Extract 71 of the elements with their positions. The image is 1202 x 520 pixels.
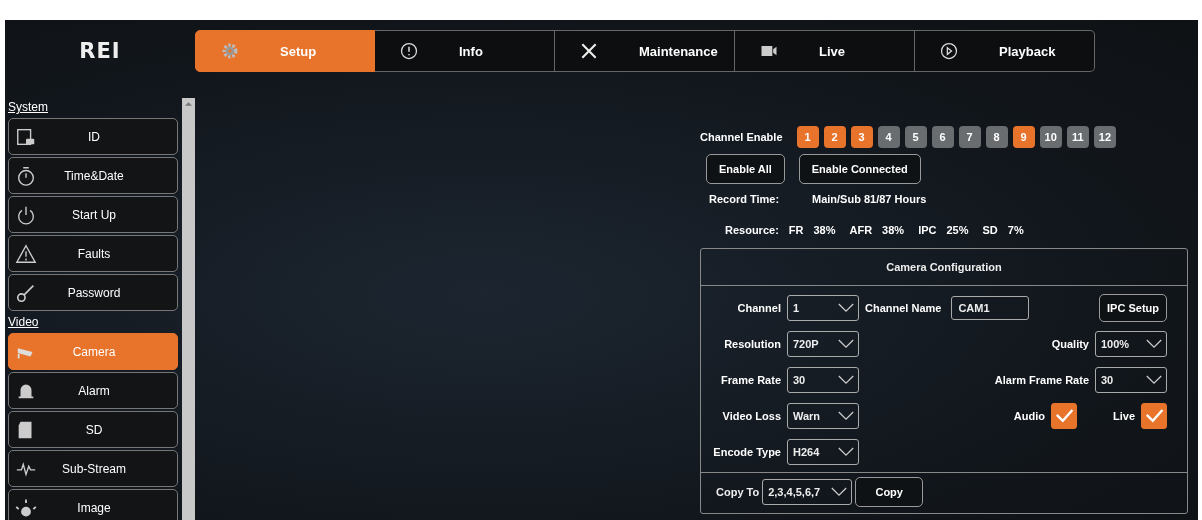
field-label: Frame Rate (720, 374, 781, 386)
checkbox-label: Live (1113, 410, 1135, 422)
channel-toggle[interactable]: 6 (931, 126, 954, 148)
checkbox-label: Audio (1013, 410, 1045, 422)
nav-tab[interactable]: Info (375, 30, 555, 72)
nav-tab[interactable]: Maintenance (555, 30, 735, 72)
nav-tab[interactable]: Live (735, 30, 915, 72)
section-heading: Video (8, 314, 40, 331)
resource-label: Resource: (725, 224, 779, 236)
enable-button[interactable]: Enable All (706, 154, 785, 184)
sidebar-item[interactable]: Start Up (8, 196, 178, 233)
enable-button[interactable]: Enable Connected (798, 154, 921, 184)
dropdown[interactable]: 30 (787, 367, 859, 393)
sidebar-item[interactable]: SD (8, 411, 178, 448)
field-label: Alarm Frame Rate (994, 374, 1089, 386)
resource-name: FR (788, 224, 804, 236)
nav-tab[interactable]: Playback (915, 30, 1095, 72)
channel-toggle[interactable]: 5 (904, 126, 927, 148)
dropdown[interactable]: 1 (787, 295, 859, 321)
field-label: Resolution (723, 338, 781, 350)
field-label: Quality (1051, 338, 1089, 350)
resource-name: SD (982, 224, 998, 236)
resource-name: AFR (849, 224, 873, 236)
dropdown[interactable]: Warn (787, 403, 859, 429)
scroll-up-arrow-icon[interactable] (184, 101, 193, 107)
dropdown[interactable]: 100% (1095, 331, 1167, 357)
scrollbar[interactable] (182, 98, 195, 520)
channel-toggle[interactable]: 12 (1093, 126, 1117, 148)
field-label: Copy To (716, 486, 760, 498)
channel-toggle[interactable]: 11 (1066, 126, 1089, 148)
sidebar-item[interactable]: Sub-Stream (8, 450, 178, 487)
gear-icon (220, 41, 240, 61)
channel-toggle[interactable]: 8 (985, 126, 1008, 148)
record-time-label: Record Time: (709, 193, 781, 205)
info-icon (399, 41, 419, 61)
checkbox[interactable] (1051, 403, 1077, 429)
dropdown[interactable]: H264 (787, 439, 859, 465)
copy-button[interactable]: Copy (855, 477, 924, 507)
channel-enable-label: Channel Enable (700, 131, 783, 143)
channel-toggle[interactable]: 4 (877, 126, 900, 148)
channel-toggle[interactable]: 10 (1039, 126, 1062, 148)
field-label: Encode Type (712, 446, 781, 458)
stopwatch-icon (15, 164, 37, 187)
field-label: Video Loss (721, 410, 781, 422)
channel-toggle[interactable]: 7 (958, 126, 981, 148)
warning-icon (15, 242, 37, 265)
panel-title: Camera Configuration (701, 249, 1187, 286)
dropdown[interactable]: 2,3,4,5,6,7 (762, 479, 853, 505)
resource-name: IPC (918, 224, 937, 236)
record-time-value: Main/Sub 81/87 Hours (812, 193, 927, 205)
ipc-setup-button[interactable]: IPC Setup (1099, 294, 1167, 322)
checkbox[interactable] (1141, 403, 1167, 429)
resource-value: 7% (1007, 224, 1024, 236)
dropdown[interactable]: 720P (787, 331, 859, 357)
sidebar-item[interactable]: Password (8, 274, 178, 311)
section-heading: System (8, 99, 49, 116)
sidebar-item[interactable]: Alarm (8, 372, 178, 409)
sidebar-item[interactable]: ID (8, 118, 178, 155)
dropdown[interactable]: 30 (1095, 367, 1167, 393)
play-icon (939, 41, 959, 61)
input-field[interactable]: CAM1 (951, 296, 1030, 320)
resource-value: 38% (813, 224, 836, 236)
sidebar-item[interactable]: Image (8, 489, 178, 520)
field-label: Channel (736, 302, 781, 314)
sidebar-item[interactable]: Time&Date (8, 157, 178, 194)
field-label: Channel Name (865, 302, 942, 314)
resource-value: 38% (882, 224, 905, 236)
sidebar-item[interactable]: Faults (8, 235, 178, 272)
logo: REI (78, 39, 122, 63)
resource-value: 25% (946, 224, 969, 236)
sun-icon (15, 496, 37, 519)
